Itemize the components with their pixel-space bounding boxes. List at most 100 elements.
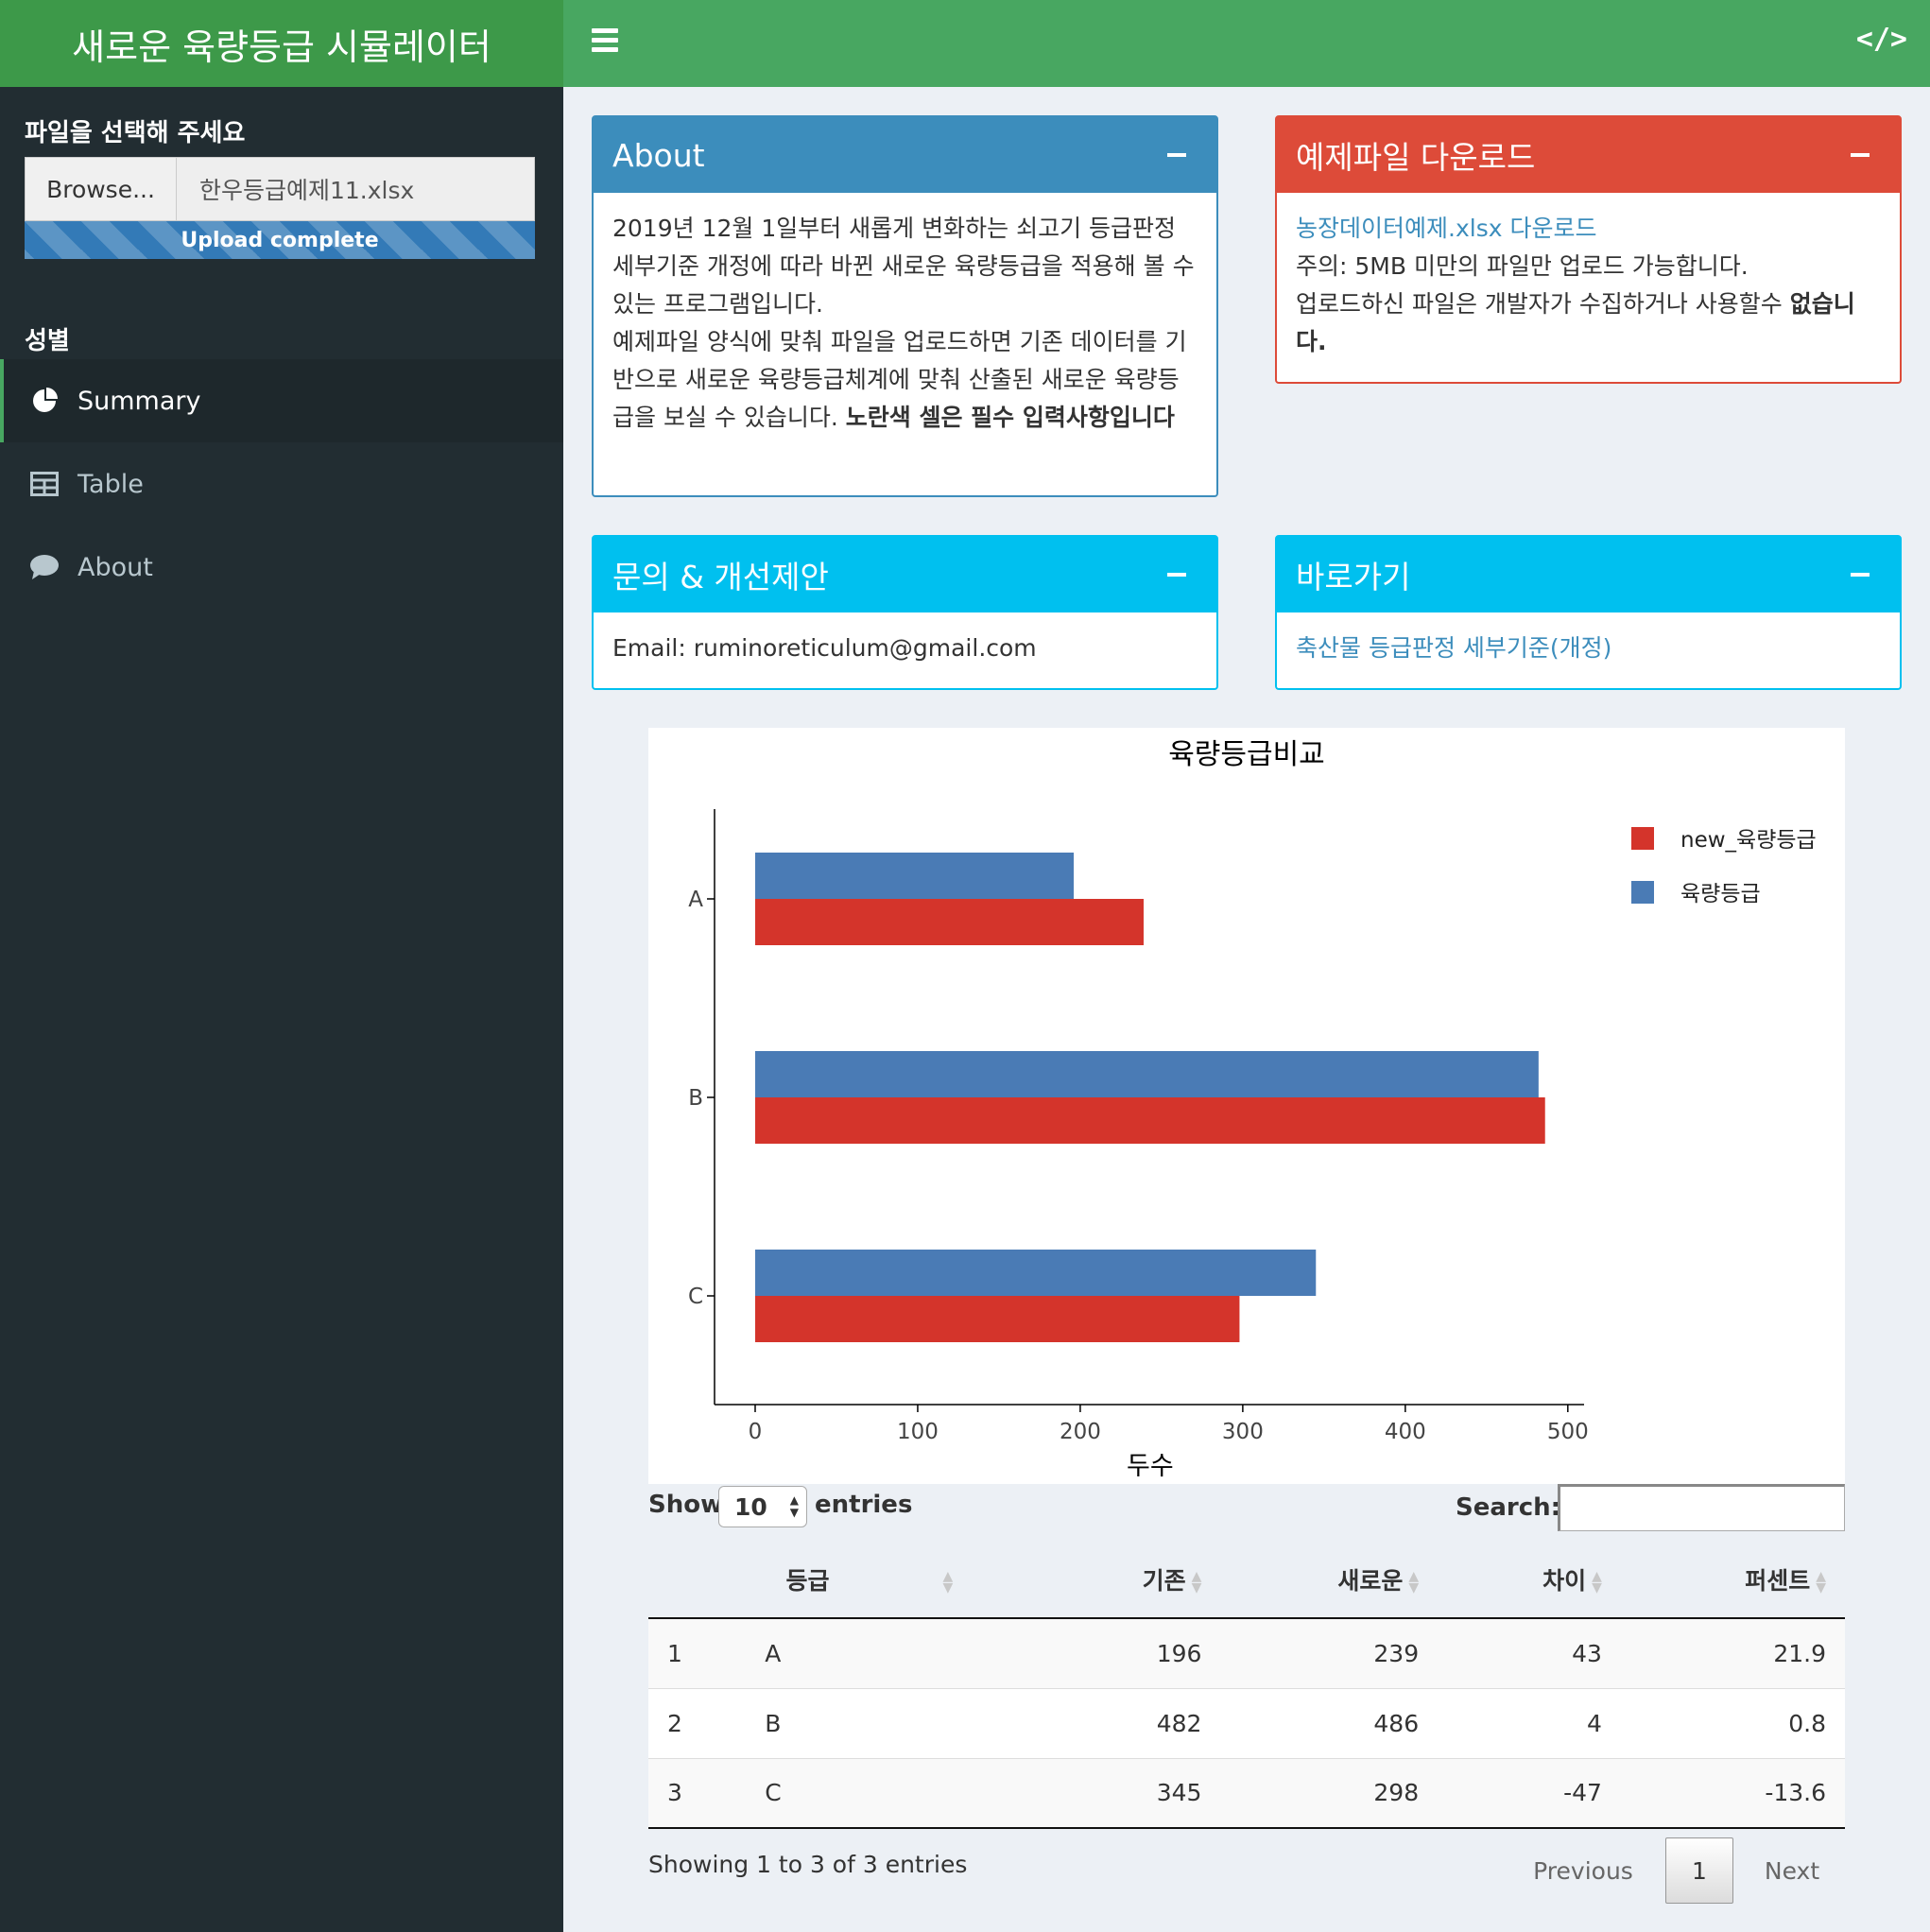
cell-percent: -13.6 xyxy=(1620,1757,1845,1829)
chart-title: 육량등급비교 xyxy=(1168,738,1325,771)
previous-page-button[interactable]: Previous xyxy=(1522,1837,1645,1904)
table-header-row: 등급 ▲ ▼ 기존 ▲ ▼ 새로운 ▲ ▼ 차이 ▲ ▼ 퍼센트 ▲ ▼ xyxy=(648,1541,1845,1619)
cell-percent: 21.9 xyxy=(1620,1617,1845,1688)
cell-diff: 4 xyxy=(1438,1687,1621,1758)
sidebar-toggle-icon[interactable] xyxy=(592,28,618,53)
sort-icon: ▲ ▼ xyxy=(1592,1568,1602,1596)
about-box-body: 2019년 12월 1일부터 새롭게 변화하는 쇠고기 등급판정 세부기준 개정… xyxy=(594,193,1216,454)
cell-new: 239 xyxy=(1220,1617,1439,1688)
download-example-link[interactable]: 농장데이터예제.xlsx 다운로드 xyxy=(1296,215,1596,242)
collapse-icon[interactable] xyxy=(1167,573,1186,577)
x-tick-label: 500 xyxy=(1547,1420,1589,1444)
contact-email: Email: ruminoreticulum@gmail.com xyxy=(612,634,1037,662)
file-size-note: 주의: 5MB 미만의 파일만 업로드 가능합니다. xyxy=(1296,252,1749,280)
cell-grade: C xyxy=(746,1757,1012,1829)
sidebar: 파일을 선택해 주세요 Browse... 한우등급예제11.xlsx Uplo… xyxy=(0,87,563,1932)
x-axis-label: 두수 xyxy=(1127,1452,1174,1481)
comment-icon xyxy=(28,551,60,583)
y-tick-label: A xyxy=(688,888,703,912)
about-box: About 2019년 12월 1일부터 새롭게 변화하는 쇠고기 등급판정 세… xyxy=(592,115,1218,497)
file-name-field: 한우등급예제11.xlsx xyxy=(177,158,534,220)
collapse-icon[interactable] xyxy=(1851,153,1870,157)
collapse-icon[interactable] xyxy=(1167,153,1186,157)
y-tick-label: C xyxy=(688,1285,703,1309)
page-length-select[interactable]: 10 ▲ ▼ xyxy=(718,1486,807,1527)
sort-icon: ▲ ▼ xyxy=(1191,1568,1202,1596)
grade-table: 등급 ▲ ▼ 기존 ▲ ▼ 새로운 ▲ ▼ 차이 ▲ ▼ 퍼센트 ▲ ▼ 1 A 196 239 4… xyxy=(648,1541,1845,1829)
column-header-label: 기존 xyxy=(1142,1566,1186,1595)
column-header-grade[interactable]: 등급 ▲ ▼ xyxy=(746,1541,1012,1619)
next-page-button[interactable]: Next xyxy=(1754,1837,1830,1904)
legend-label: new_육량등급 xyxy=(1680,828,1817,853)
cell-existing: 345 xyxy=(1011,1757,1221,1829)
cell-existing: 196 xyxy=(1011,1617,1221,1688)
contact-box-header: 문의 & 개선제안 xyxy=(594,537,1216,612)
pie-chart-icon xyxy=(28,385,60,417)
collapse-icon[interactable] xyxy=(1851,573,1870,577)
file-input-label: 파일을 선택해 주세요 xyxy=(25,119,246,147)
bar-new-grade-B xyxy=(754,1097,1545,1144)
meat-grade-chart: 육량등급비교 0 100 200 300 400 500 두수 A B Cnew_육량등급 육량등급 xyxy=(648,728,1845,1484)
download-box-body: 농장데이터예제.xlsx 다운로드 주의: 5MB 미만의 파일만 업로드 가능… xyxy=(1277,193,1900,378)
cell-new: 298 xyxy=(1220,1757,1439,1829)
sort-icon: ▲ ▼ xyxy=(1408,1568,1420,1596)
table-row[interactable]: 1 A 196 239 43 21.9 xyxy=(648,1617,1845,1688)
column-header-label: 새로운 xyxy=(1337,1566,1404,1595)
search-input[interactable] xyxy=(1558,1484,1845,1531)
cell-index: 3 xyxy=(648,1757,747,1829)
browse-button[interactable]: Browse... xyxy=(26,158,177,220)
sidebar-item-summary[interactable]: Summary xyxy=(0,359,563,442)
legend-swatch xyxy=(1631,881,1654,904)
grading-criteria-link[interactable]: 축산물 등급판정 세부기준(개정) xyxy=(1296,634,1611,662)
table-row[interactable]: 2 B 482 486 4 0.8 xyxy=(648,1687,1845,1758)
cell-grade: A xyxy=(746,1617,1012,1688)
table-row[interactable]: 3 C 345 298 -47 -13.6 xyxy=(648,1757,1845,1829)
x-tick-label: 200 xyxy=(1060,1420,1101,1444)
page-1-button[interactable]: 1 xyxy=(1665,1837,1733,1904)
bar-old-grade-B xyxy=(754,1051,1539,1097)
legend-label: 육량등급 xyxy=(1680,882,1761,906)
legend-swatch xyxy=(1631,827,1654,850)
column-header-label: 등급 xyxy=(785,1566,830,1595)
sort-icon: ▲ ▼ xyxy=(942,1568,954,1596)
contact-box-title: 문의 & 개선제안 xyxy=(612,559,829,595)
x-tick-label: 300 xyxy=(1222,1420,1264,1444)
search-label: Search: xyxy=(1456,1493,1561,1522)
shortcut-box: 바로가기 축산물 등급판정 세부기준(개정) xyxy=(1275,535,1902,690)
column-header-label: 차이 xyxy=(1542,1566,1587,1595)
cell-index: 2 xyxy=(648,1687,747,1758)
upload-progress-bar: Upload complete xyxy=(25,221,535,259)
gender-label: 성별 xyxy=(25,327,70,355)
x-tick-label: 0 xyxy=(749,1420,763,1444)
updown-arrows-icon: ▲ ▼ xyxy=(789,1493,799,1519)
shortcut-box-body: 축산물 등급판정 세부기준(개정) xyxy=(1277,612,1900,684)
column-header-diff[interactable]: 차이 ▲ ▼ xyxy=(1438,1541,1621,1619)
cell-index: 1 xyxy=(648,1617,747,1688)
privacy-note: 업로드하신 파일은 개발자가 수집하거나 사용할수 xyxy=(1296,290,1783,318)
cell-diff: 43 xyxy=(1438,1617,1621,1688)
bar-old-grade-A xyxy=(754,853,1075,899)
bar-new-grade-A xyxy=(754,899,1144,945)
column-header-new[interactable]: 새로운 ▲ ▼ xyxy=(1220,1541,1439,1619)
sidebar-item-table[interactable]: Table xyxy=(0,442,563,526)
contact-box: 문의 & 개선제안 Email: ruminoreticulum@gmail.c… xyxy=(592,535,1218,690)
sort-icon: ▲ ▼ xyxy=(1816,1568,1826,1596)
cell-existing: 482 xyxy=(1011,1687,1221,1758)
download-box: 예제파일 다운로드 농장데이터예제.xlsx 다운로드 주의: 5MB 미만의 … xyxy=(1275,115,1902,384)
column-header-existing[interactable]: 기존 ▲ ▼ xyxy=(1011,1541,1221,1619)
download-box-header: 예제파일 다운로드 xyxy=(1277,117,1900,193)
column-header-percent[interactable]: 퍼센트 ▲ ▼ xyxy=(1620,1541,1845,1619)
file-input[interactable]: Browse... 한우등급예제11.xlsx xyxy=(25,157,535,221)
code-icon[interactable]: </> xyxy=(1856,23,1907,56)
entries-label: entries xyxy=(815,1491,913,1519)
about-text-bold: 노란색 셀은 필수 입력사항입니다 xyxy=(845,404,1175,431)
sidebar-item-about[interactable]: About xyxy=(0,526,563,609)
about-box-title: About xyxy=(612,136,705,174)
contact-box-body: Email: ruminoreticulum@gmail.com xyxy=(594,612,1216,684)
table-info: Showing 1 to 3 of 3 entries xyxy=(648,1851,968,1878)
bar-old-grade-C xyxy=(754,1250,1317,1296)
bar-new-grade-C xyxy=(754,1296,1240,1342)
cell-new: 486 xyxy=(1220,1687,1439,1758)
page-length-value: 10 xyxy=(734,1492,767,1521)
app-title[interactable]: 새로운 육량등급 시뮬레이터 xyxy=(0,0,563,87)
